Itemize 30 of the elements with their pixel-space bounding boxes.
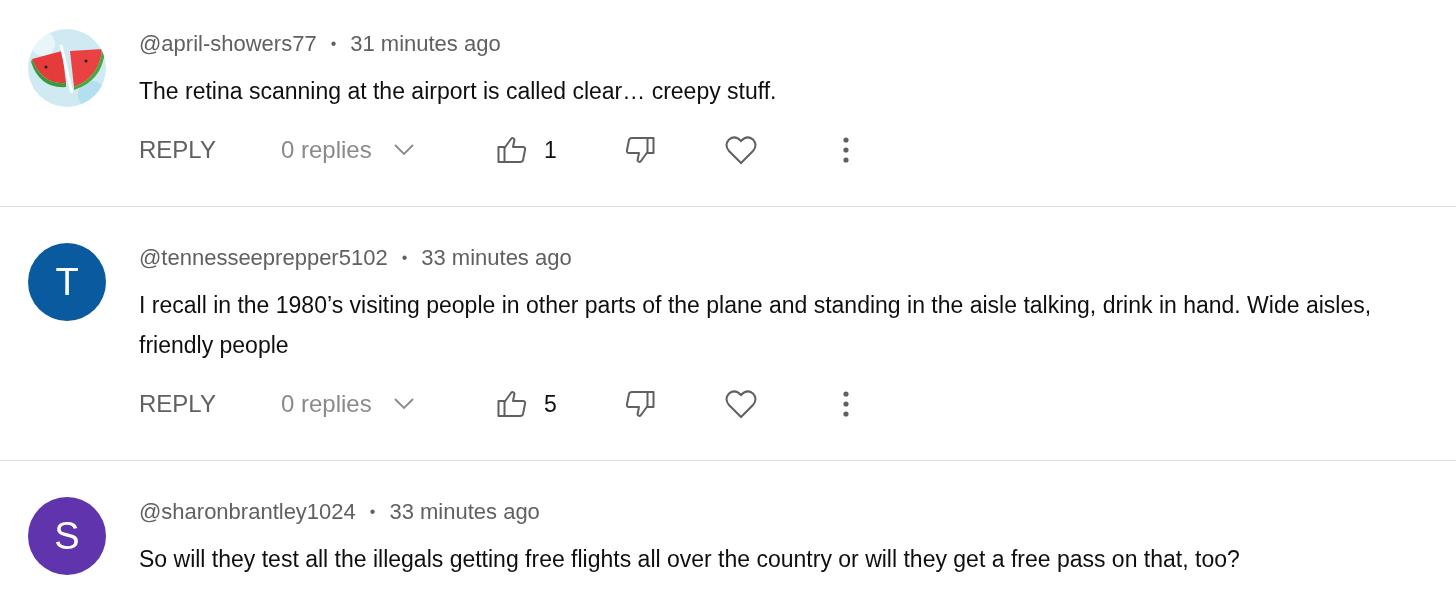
chevron-down-icon[interactable] bbox=[393, 398, 414, 410]
more-options-icon[interactable] bbox=[843, 137, 849, 163]
thumbs-down-icon[interactable] bbox=[625, 136, 655, 164]
thumbs-up-icon[interactable] bbox=[497, 136, 527, 164]
username[interactable]: @april-showers77 bbox=[139, 31, 317, 57]
comment-text: So will they test all the illegals getting free flights all over the country or will they get a free pass on that, too? bbox=[139, 545, 1241, 574]
avatar[interactable]: S bbox=[28, 497, 106, 575]
avatar[interactable]: T bbox=[28, 243, 106, 321]
thumbs-down-icon[interactable] bbox=[625, 390, 655, 418]
timestamp: 31 minutes ago bbox=[350, 31, 501, 57]
heart-icon[interactable] bbox=[725, 135, 757, 165]
more-options-icon[interactable] bbox=[843, 391, 849, 417]
chevron-down-icon[interactable] bbox=[393, 144, 414, 156]
comment-text: The retina scanning at the airport is called clear… creepy stuff. bbox=[139, 77, 778, 106]
reply-button[interactable]: REPLY bbox=[139, 136, 281, 164]
heart-icon[interactable] bbox=[725, 389, 757, 419]
timestamp: 33 minutes ago bbox=[389, 499, 540, 525]
separator-dot: • bbox=[369, 503, 376, 521]
like-count: 5 bbox=[544, 390, 557, 418]
replies-count[interactable]: 0 replies bbox=[281, 390, 372, 418]
separator-dot: • bbox=[401, 249, 408, 267]
separator-dot: • bbox=[330, 35, 337, 53]
username[interactable]: @tennesseeprepper5102 bbox=[139, 245, 388, 271]
thumbs-up-icon[interactable] bbox=[497, 390, 527, 418]
username[interactable]: @sharonbrantley1024 bbox=[139, 499, 356, 525]
reply-button[interactable]: REPLY bbox=[139, 390, 281, 418]
timestamp: 33 minutes ago bbox=[421, 245, 572, 271]
like-count: 1 bbox=[544, 136, 557, 164]
replies-count[interactable]: 0 replies bbox=[281, 136, 372, 164]
comment-text: I recall in the 1980’s visiting people in other parts of the plane and standing in the aisle talking, drink in hand. Wide aisles, friendly people bbox=[139, 291, 1373, 360]
